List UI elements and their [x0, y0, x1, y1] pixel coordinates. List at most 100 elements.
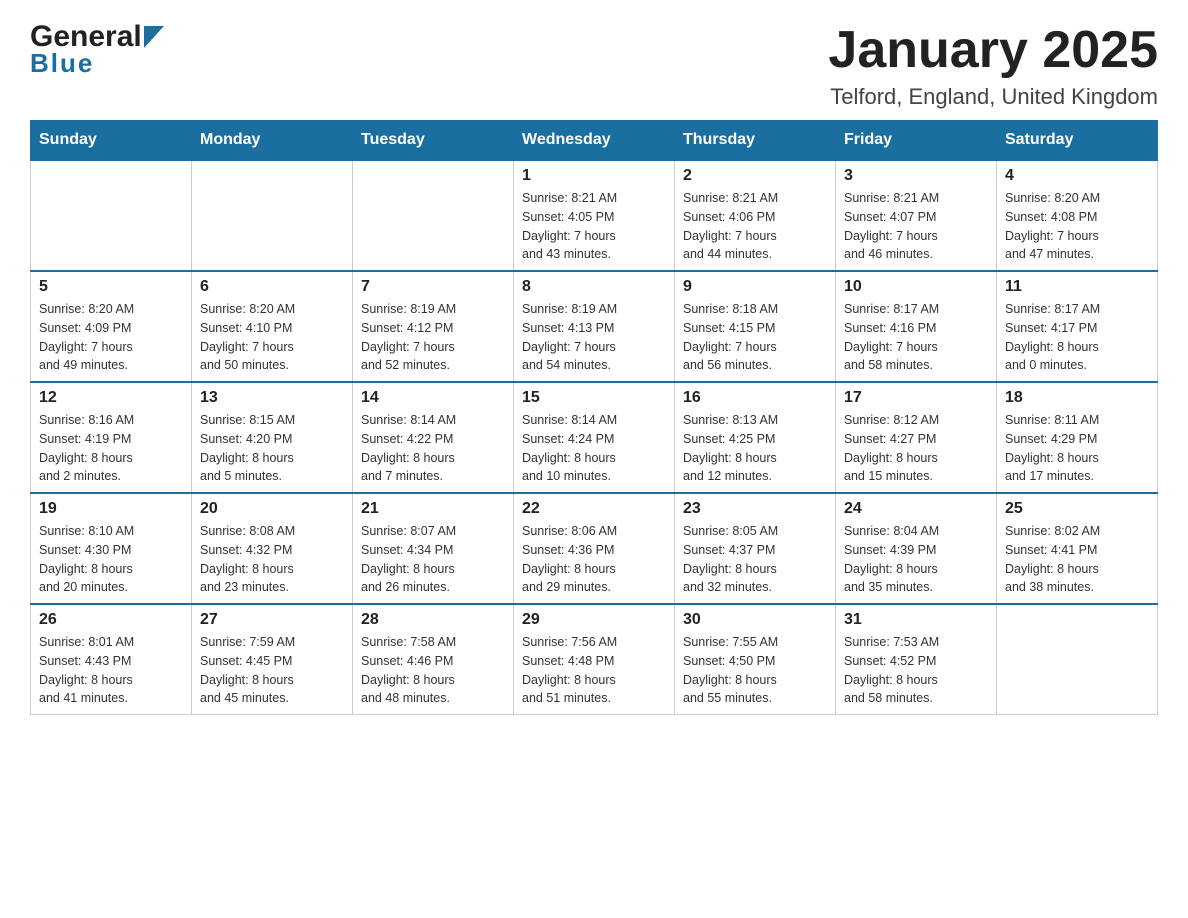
day-number: 31 [844, 611, 988, 629]
calendar-cell: 7 Sunrise: 8:19 AM Sunset: 4:12 PM Daylig… [353, 271, 514, 382]
day-number: 9 [683, 278, 827, 296]
calendar-cell: 22 Sunrise: 8:06 AM Sunset: 4:36 PM Dayli… [514, 493, 675, 604]
day-number: 8 [522, 278, 666, 296]
day-number: 5 [39, 278, 183, 296]
day-number: 6 [200, 278, 344, 296]
calendar-header-row: SundayMondayTuesdayWednesdayThursdayFrid… [31, 121, 1158, 161]
day-number: 18 [1005, 389, 1149, 407]
calendar-cell: 21 Sunrise: 8:07 AM Sunset: 4:34 PM Dayli… [353, 493, 514, 604]
weekday-header-saturday: Saturday [997, 121, 1158, 161]
day-number: 16 [683, 389, 827, 407]
calendar-cell: 14 Sunrise: 8:14 AM Sunset: 4:22 PM Dayli… [353, 382, 514, 493]
day-number: 21 [361, 500, 505, 518]
day-number: 12 [39, 389, 183, 407]
day-number: 1 [522, 167, 666, 185]
month-title: January 2025 [828, 20, 1158, 80]
day-info: Sunrise: 8:13 AM Sunset: 4:25 PM Dayligh… [683, 411, 827, 486]
weekday-header-wednesday: Wednesday [514, 121, 675, 161]
day-number: 29 [522, 611, 666, 629]
calendar-cell: 23 Sunrise: 8:05 AM Sunset: 4:37 PM Dayli… [675, 493, 836, 604]
day-info: Sunrise: 8:20 AM Sunset: 4:08 PM Dayligh… [1005, 189, 1149, 264]
day-number: 24 [844, 500, 988, 518]
calendar-cell: 13Sunrise: 8:15 AM Sunset: 4:20 PM Dayli… [192, 382, 353, 493]
calendar-cell: 24 Sunrise: 8:04 AM Sunset: 4:39 PM Dayli… [836, 493, 997, 604]
day-info: Sunrise: 8:17 AM Sunset: 4:17 PM Dayligh… [1005, 300, 1149, 375]
calendar-cell: 6 Sunrise: 8:20 AM Sunset: 4:10 PM Daylig… [192, 271, 353, 382]
day-number: 28 [361, 611, 505, 629]
day-info: Sunrise: 7:58 AM Sunset: 4:46 PM Dayligh… [361, 633, 505, 708]
calendar-cell: 16 Sunrise: 8:13 AM Sunset: 4:25 PM Dayli… [675, 382, 836, 493]
calendar-week-row: 26Sunrise: 8:01 AM Sunset: 4:43 PM Dayli… [31, 604, 1158, 715]
calendar-cell [997, 604, 1158, 715]
day-info: Sunrise: 8:21 AM Sunset: 4:07 PM Dayligh… [844, 189, 988, 264]
day-info: Sunrise: 8:06 AM Sunset: 4:36 PM Dayligh… [522, 522, 666, 597]
calendar-cell: 10Sunrise: 8:17 AM Sunset: 4:16 PM Dayli… [836, 271, 997, 382]
calendar-week-row: 1Sunrise: 8:21 AM Sunset: 4:05 PM Daylig… [31, 160, 1158, 271]
calendar-cell [353, 160, 514, 271]
calendar-cell: 27 Sunrise: 7:59 AM Sunset: 4:45 PM Dayli… [192, 604, 353, 715]
day-info: Sunrise: 7:55 AM Sunset: 4:50 PM Dayligh… [683, 633, 827, 708]
title-section: January 2025 Telford, England, United Ki… [828, 20, 1158, 110]
day-number: 30 [683, 611, 827, 629]
day-info: Sunrise: 8:01 AM Sunset: 4:43 PM Dayligh… [39, 633, 183, 708]
calendar-cell: 25 Sunrise: 8:02 AM Sunset: 4:41 PM Dayli… [997, 493, 1158, 604]
day-number: 4 [1005, 167, 1149, 185]
day-info: Sunrise: 8:10 AM Sunset: 4:30 PM Dayligh… [39, 522, 183, 597]
day-number: 2 [683, 167, 827, 185]
day-info: Sunrise: 8:19 AM Sunset: 4:12 PM Dayligh… [361, 300, 505, 375]
day-number: 22 [522, 500, 666, 518]
calendar-cell: 5 Sunrise: 8:20 AM Sunset: 4:09 PM Daylig… [31, 271, 192, 382]
day-info: Sunrise: 8:19 AM Sunset: 4:13 PM Dayligh… [522, 300, 666, 375]
calendar-cell: 15Sunrise: 8:14 AM Sunset: 4:24 PM Dayli… [514, 382, 675, 493]
day-info: Sunrise: 8:02 AM Sunset: 4:41 PM Dayligh… [1005, 522, 1149, 597]
day-number: 3 [844, 167, 988, 185]
day-info: Sunrise: 8:21 AM Sunset: 4:06 PM Dayligh… [683, 189, 827, 264]
day-info: Sunrise: 8:05 AM Sunset: 4:37 PM Dayligh… [683, 522, 827, 597]
calendar-cell: 9 Sunrise: 8:18 AM Sunset: 4:15 PM Daylig… [675, 271, 836, 382]
calendar-week-row: 19Sunrise: 8:10 AM Sunset: 4:30 PM Dayli… [31, 493, 1158, 604]
weekday-header-sunday: Sunday [31, 121, 192, 161]
location: Telford, England, United Kingdom [828, 84, 1158, 110]
day-info: Sunrise: 8:04 AM Sunset: 4:39 PM Dayligh… [844, 522, 988, 597]
day-info: Sunrise: 8:12 AM Sunset: 4:27 PM Dayligh… [844, 411, 988, 486]
weekday-header-thursday: Thursday [675, 121, 836, 161]
day-number: 25 [1005, 500, 1149, 518]
day-info: Sunrise: 8:20 AM Sunset: 4:09 PM Dayligh… [39, 300, 183, 375]
day-number: 23 [683, 500, 827, 518]
calendar-cell: 20 Sunrise: 8:08 AM Sunset: 4:32 PM Dayli… [192, 493, 353, 604]
calendar-cell: 1Sunrise: 8:21 AM Sunset: 4:05 PM Daylig… [514, 160, 675, 271]
calendar-cell: 17Sunrise: 8:12 AM Sunset: 4:27 PM Dayli… [836, 382, 997, 493]
day-info: Sunrise: 8:18 AM Sunset: 4:15 PM Dayligh… [683, 300, 827, 375]
weekday-header-friday: Friday [836, 121, 997, 161]
day-number: 14 [361, 389, 505, 407]
day-number: 7 [361, 278, 505, 296]
logo-name-blue: Blue [30, 48, 94, 79]
logo-triangle-icon [144, 26, 164, 48]
day-number: 27 [200, 611, 344, 629]
calendar-week-row: 12Sunrise: 8:16 AM Sunset: 4:19 PM Dayli… [31, 382, 1158, 493]
day-info: Sunrise: 8:15 AM Sunset: 4:20 PM Dayligh… [200, 411, 344, 486]
calendar-week-row: 5 Sunrise: 8:20 AM Sunset: 4:09 PM Daylig… [31, 271, 1158, 382]
calendar-cell: 19Sunrise: 8:10 AM Sunset: 4:30 PM Dayli… [31, 493, 192, 604]
day-info: Sunrise: 8:11 AM Sunset: 4:29 PM Dayligh… [1005, 411, 1149, 486]
calendar-cell: 26Sunrise: 8:01 AM Sunset: 4:43 PM Dayli… [31, 604, 192, 715]
day-info: Sunrise: 8:14 AM Sunset: 4:22 PM Dayligh… [361, 411, 505, 486]
day-info: Sunrise: 8:20 AM Sunset: 4:10 PM Dayligh… [200, 300, 344, 375]
day-info: Sunrise: 8:07 AM Sunset: 4:34 PM Dayligh… [361, 522, 505, 597]
calendar-cell: 12Sunrise: 8:16 AM Sunset: 4:19 PM Dayli… [31, 382, 192, 493]
calendar-cell: 28 Sunrise: 7:58 AM Sunset: 4:46 PM Dayli… [353, 604, 514, 715]
day-number: 11 [1005, 278, 1149, 296]
calendar-cell: 29Sunrise: 7:56 AM Sunset: 4:48 PM Dayli… [514, 604, 675, 715]
calendar: SundayMondayTuesdayWednesdayThursdayFrid… [30, 120, 1158, 715]
calendar-cell [192, 160, 353, 271]
weekday-header-monday: Monday [192, 121, 353, 161]
day-number: 20 [200, 500, 344, 518]
calendar-cell: 2 Sunrise: 8:21 AM Sunset: 4:06 PM Daylig… [675, 160, 836, 271]
day-info: Sunrise: 8:08 AM Sunset: 4:32 PM Dayligh… [200, 522, 344, 597]
page-header: General Blue January 2025 Telford, Engla… [30, 20, 1158, 110]
logo: General Blue [30, 20, 164, 79]
day-info: Sunrise: 8:14 AM Sunset: 4:24 PM Dayligh… [522, 411, 666, 486]
day-number: 10 [844, 278, 988, 296]
day-info: Sunrise: 7:59 AM Sunset: 4:45 PM Dayligh… [200, 633, 344, 708]
calendar-cell: 8 Sunrise: 8:19 AM Sunset: 4:13 PM Daylig… [514, 271, 675, 382]
